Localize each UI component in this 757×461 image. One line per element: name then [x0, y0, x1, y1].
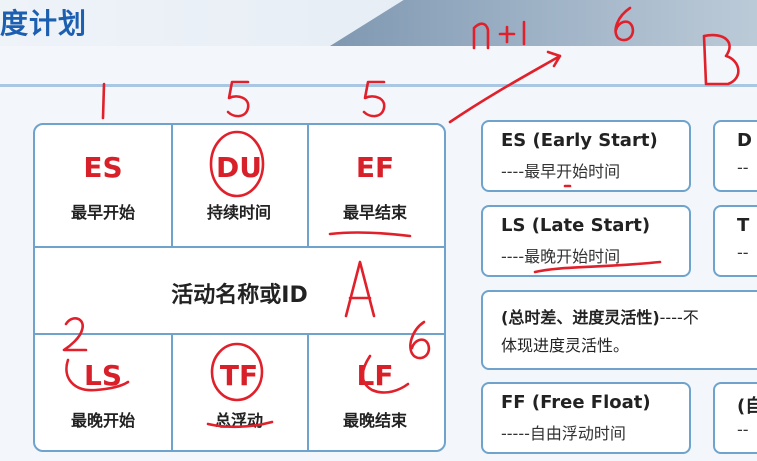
- card-ff-sub: -----自由浮动时间: [501, 424, 626, 443]
- cell-tf: TF 总浮动: [171, 359, 307, 431]
- card-right-3: (自 --: [713, 382, 757, 454]
- grid-divider-top: [35, 246, 444, 248]
- cell-du-label: 持续时间: [206, 203, 271, 222]
- slide-title: 度计划: [0, 7, 88, 40]
- header-band-right: [330, 0, 757, 46]
- card-right-2-head: T: [737, 215, 750, 236]
- ink-digit-5-du: [226, 80, 250, 118]
- card-right-3-sub: --: [737, 420, 749, 439]
- card-ff-head: FF (Free Float): [501, 392, 651, 413]
- card-right-2: T --: [713, 205, 757, 277]
- cell-ef: EF 最早结束: [307, 151, 443, 223]
- card-ls-head: LS (Late Start): [501, 215, 651, 236]
- cell-es: ES 最早开始: [35, 151, 171, 223]
- activity-node-diagram: ES 最早开始 DU 持续时间 EF 最早结束 活动名称或ID LS 最晚开始 …: [33, 123, 446, 452]
- card-right-1-head: D: [737, 130, 752, 151]
- cell-lf-label: 最晚结束: [342, 411, 407, 430]
- cell-du-abbr: DU: [216, 151, 262, 184]
- cell-es-label: 最早开始: [70, 203, 135, 222]
- card-tf-description: (总时差、进度灵活性)----不 体现进度灵活性。: [481, 290, 757, 370]
- grid-divider-bottom: [35, 333, 444, 335]
- cell-ef-abbr: EF: [355, 151, 395, 184]
- header-bar: 度计划: [0, 0, 757, 46]
- card-tf-tail: ----不: [659, 308, 699, 327]
- cell-lf: LF 最晚结束: [307, 359, 443, 431]
- card-right-1: D --: [713, 120, 757, 192]
- header-divider: [0, 84, 757, 87]
- cell-lf-abbr: LF: [356, 359, 394, 392]
- card-es-head: ES (Early Start): [501, 130, 658, 151]
- card-right-1-sub: --: [737, 158, 749, 177]
- cell-du: DU 持续时间: [171, 151, 307, 223]
- cell-ls-abbr: LS: [83, 359, 122, 392]
- card-ls-sub: ----最晚开始时间: [501, 247, 621, 266]
- card-tf-line1: (总时差、进度灵活性)----不: [501, 304, 699, 328]
- card-tf-head: (总时差、进度灵活性): [501, 308, 660, 327]
- cell-ls-label: 最晚开始: [70, 411, 135, 430]
- ink-digit-1: [101, 82, 106, 120]
- card-ff-definition: FF (Free Float) -----自由浮动时间: [481, 382, 691, 454]
- card-es-sub: ----最早开始时间: [501, 162, 621, 181]
- card-ls-definition: LS (Late Start) ----最晚开始时间: [481, 205, 691, 277]
- card-es-definition: ES (Early Start) ----最早开始时间: [481, 120, 691, 192]
- card-right-3-head: (自: [737, 396, 757, 417]
- cell-tf-label: 总浮动: [214, 411, 263, 430]
- cell-ls: LS 最晚开始: [35, 359, 171, 431]
- cell-tf-abbr: TF: [219, 359, 259, 392]
- card-tf-line2: 体现进度灵活性。: [501, 336, 630, 355]
- cell-es-abbr: ES: [83, 151, 123, 184]
- cell-ef-label: 最早结束: [342, 203, 407, 222]
- activity-name-label: 活动名称或ID: [171, 283, 308, 308]
- card-right-2-sub: --: [737, 243, 749, 262]
- ink-digit-5-ef: [362, 80, 386, 118]
- ink-arrow: [448, 50, 562, 124]
